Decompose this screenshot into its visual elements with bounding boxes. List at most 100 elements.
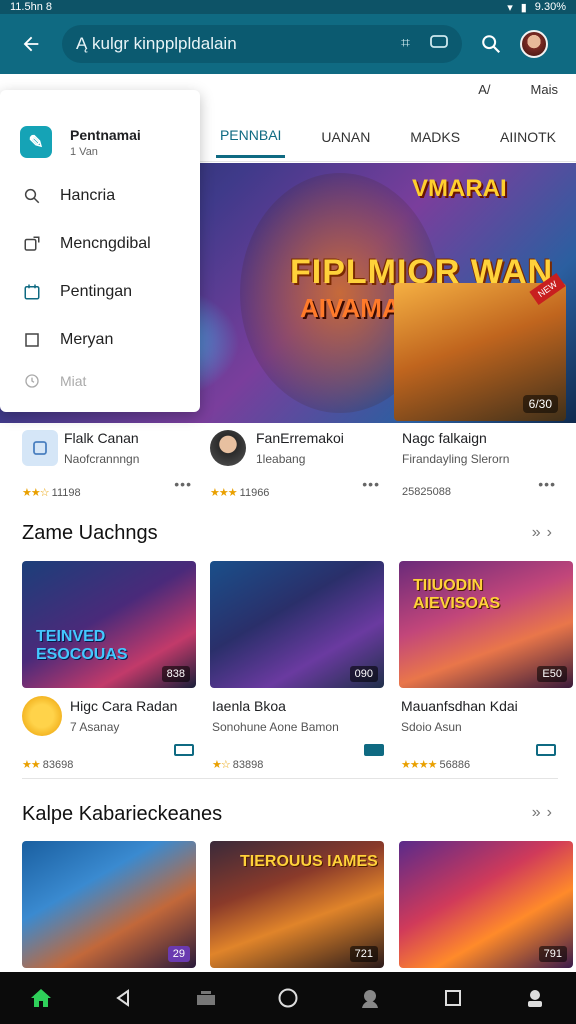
card-badge: E50 [537, 666, 567, 682]
battery-percent: 9.30% [534, 1, 566, 13]
system-nav-bar [0, 972, 576, 1024]
menu-app-subtitle: 1 Van [70, 145, 98, 158]
section-more-arrows[interactable]: »› [532, 524, 558, 542]
card-art-title: TIEROUUS IAMES [240, 853, 378, 870]
back-icon[interactable] [103, 978, 143, 1018]
recents-icon[interactable] [186, 978, 226, 1018]
game-name: Higc Cara Radan [70, 698, 178, 714]
game-info-2[interactable]: Iaenla Bkoa Sonohune Aone Bamon ★☆ 83898 [212, 696, 386, 771]
install-icon[interactable] [174, 744, 194, 756]
menu-item-pentingan[interactable]: Pentingan [0, 268, 200, 316]
section-title: Zame Uachngs [22, 522, 158, 544]
game-card-2[interactable]: 090 [210, 561, 384, 688]
app-icon [210, 430, 246, 466]
card-badge: 721 [349, 946, 378, 962]
app-subtitle: 1leabang [256, 452, 306, 466]
menu-item-label: Hancria [60, 187, 116, 204]
menu-item-mencngdibal[interactable]: Mencngdibal [0, 220, 200, 268]
menu-item-hancria[interactable]: Hancria [0, 172, 200, 220]
app-name: Nagc falkaign [402, 430, 487, 446]
app-rating: ★★☆ 11198 [22, 486, 81, 499]
more-options-icon[interactable]: ••• [538, 476, 556, 492]
rating-stars: ★★ [22, 759, 41, 771]
top-links: A/ Mais [478, 82, 558, 97]
game-name: Iaenla Bkoa [212, 698, 286, 714]
section-title: Kalpe Kabariеckeanes [22, 803, 223, 825]
game-subtitle: Sdoio Asun [401, 720, 462, 734]
card-badge: 838 [161, 666, 190, 682]
rating-stars: ★★★★ [401, 759, 437, 771]
app-bar: Ą kulgr kinpplpldalain ⌗ [0, 14, 576, 74]
menu-item-label: Meryan [60, 331, 114, 348]
wifi-icon: ▾ [507, 1, 513, 14]
card-badge: 791 [538, 946, 567, 962]
back-arrow-icon[interactable] [14, 27, 48, 61]
card-art-title: TIIUODIN AIEVISOAS [413, 577, 501, 612]
tab-pennbai[interactable]: PENNBAI [215, 115, 286, 158]
tab-uanan[interactable]: UANAN [317, 117, 374, 157]
game-card-4[interactable]: 29 [22, 841, 196, 968]
menu-item-miat[interactable]: Miat [0, 364, 200, 398]
search-query: Ą kulgr kinpplpldalain [76, 34, 237, 53]
share-icon [22, 234, 42, 254]
game-icon [22, 696, 62, 736]
square-icon [22, 330, 42, 350]
calendar-icon [22, 282, 42, 302]
top-link-more[interactable]: Mais [531, 82, 558, 97]
clock-icon [22, 371, 42, 391]
menu-item-label: Miat [60, 373, 87, 389]
featured-apps-row: Flalk Canan Naofcrannngn ★★☆ 11198 ••• F… [0, 428, 576, 499]
game-subtitle: 7 Asanay [70, 720, 120, 734]
search-icon[interactable] [476, 29, 506, 59]
app-name: Flalk Canan [64, 430, 139, 446]
game-rating: ★☆ 83898 [212, 758, 263, 771]
featured-app-2[interactable]: FanErremakoi 1leabang ★★★ 11966 ••• [210, 428, 380, 499]
featured-app-1[interactable]: Flalk Canan Naofcrannngn ★★☆ 11198 ••• [22, 428, 192, 499]
rating-stars: ★☆ [212, 759, 231, 771]
message-icon[interactable] [430, 34, 448, 55]
hero-logo: VMARAI [412, 175, 507, 202]
section-divider [22, 778, 558, 779]
game-card-6[interactable]: 791 [399, 841, 573, 968]
square-icon[interactable] [433, 978, 473, 1018]
menu-item-meryan[interactable]: Meryan [0, 316, 200, 364]
home-icon[interactable] [21, 978, 61, 1018]
rating-count: 11198 [51, 487, 81, 499]
install-icon[interactable] [364, 744, 384, 756]
rating-count: 11966 [239, 487, 270, 499]
rating-count: 83698 [42, 759, 74, 771]
profile-icon[interactable] [350, 978, 390, 1018]
menu-header[interactable]: ✎ Pentnamai 1 Van [0, 90, 200, 172]
tune-icon[interactable]: ⌗ [401, 35, 410, 53]
hero-subtitle: AIVAMAI [300, 293, 408, 323]
avatar[interactable] [520, 30, 548, 58]
search-input[interactable]: Ą kulgr kinpplpldalain ⌗ [62, 25, 462, 63]
tab-madks[interactable]: MADKS [406, 117, 464, 157]
menu-item-label: Mencngdibal [60, 235, 151, 252]
game-name: Mauanfsdhan Kdai [401, 698, 518, 714]
more-options-icon[interactable]: ••• [362, 476, 380, 492]
rating-stars: ★★☆ [22, 487, 50, 499]
menu-app-title: Pentnamai [70, 126, 141, 143]
top-link-1[interactable]: A/ [478, 82, 490, 97]
game-info-3[interactable]: Mauanfsdhan Kdai Sdoio Asun ★★★★ 56886 [401, 696, 558, 771]
featured-app-3[interactable]: Nagc falkaign Firandayling Slerorn 25825… [402, 428, 556, 498]
more-options-icon[interactable]: ••• [174, 476, 192, 492]
app-subtitle: Naofcrannngn [64, 452, 140, 466]
app-name: FanErremakoi [256, 430, 344, 446]
game-rating: ★★★★ 56886 [401, 758, 470, 771]
game-info-1[interactable]: Higc Cara Radan 7 Asanay ★★ 83698 [22, 696, 196, 771]
game-card-5[interactable]: TIEROUUS IAMES 721 [210, 841, 384, 968]
section-more-arrows[interactable]: »› [532, 804, 558, 822]
account-icon[interactable] [515, 978, 555, 1018]
game-card-1[interactable]: TEINVED ESOCOUAS 838 [22, 561, 196, 688]
hero-badge: 6/30 [522, 395, 558, 413]
tab-bar: PENNBAI UANAN MADKS AIINOTK [200, 112, 576, 162]
tab-aiinotk[interactable]: AIINOTK [496, 117, 560, 157]
game-card-3[interactable]: TIIUODIN AIEVISOAS E50 [399, 561, 573, 688]
card-art-title: TEINVED ESOCOUAS [36, 628, 128, 663]
app-subtitle: Firandayling Slerorn [402, 452, 510, 466]
circle-home-icon[interactable] [268, 978, 308, 1018]
install-icon[interactable] [536, 744, 556, 756]
card-badge: 29 [167, 946, 190, 962]
